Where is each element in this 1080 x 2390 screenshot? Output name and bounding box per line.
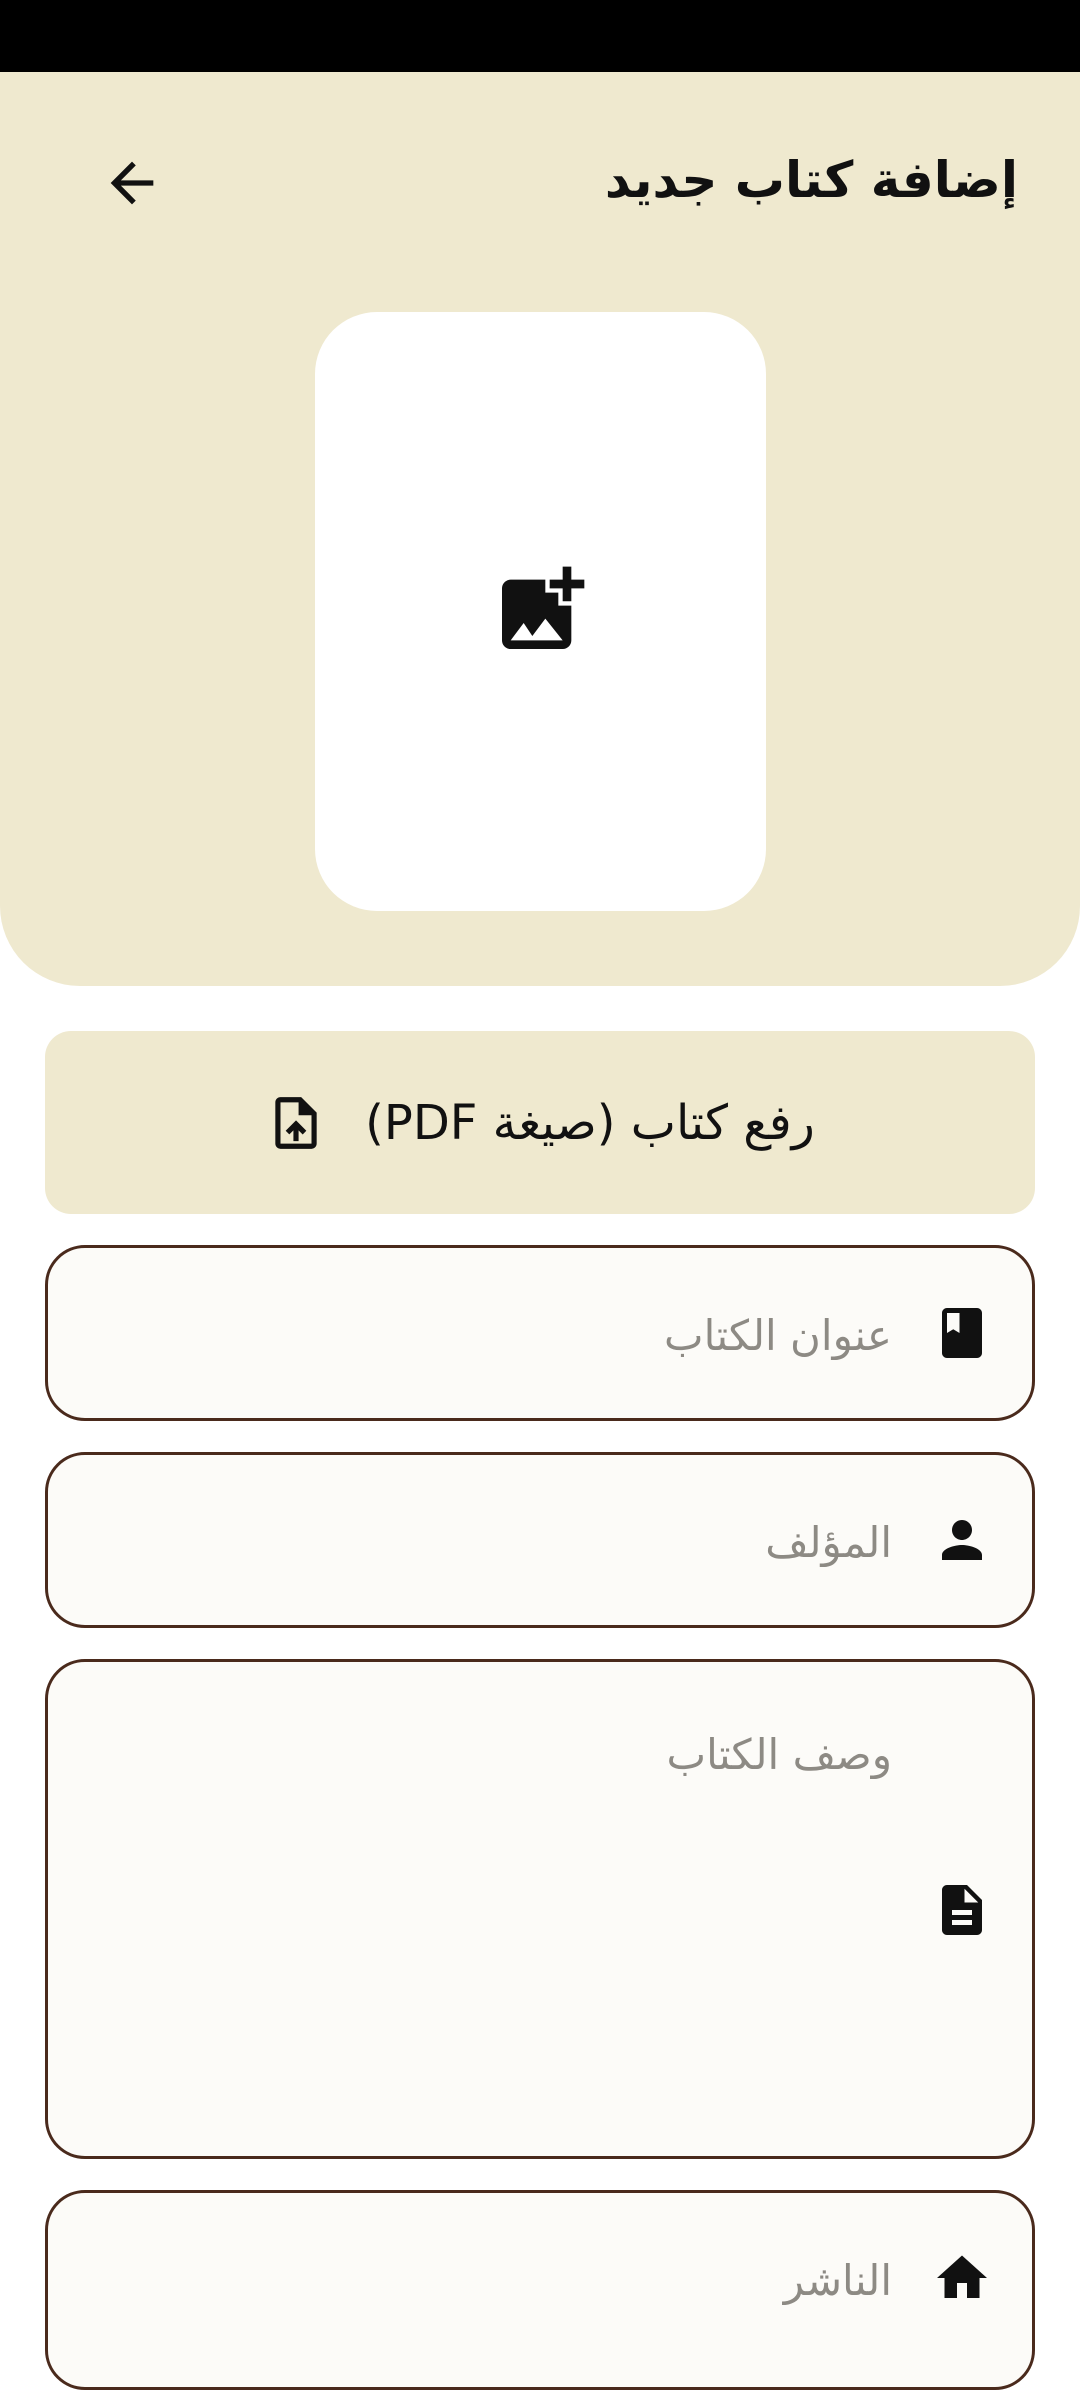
page-title: إضافة كتاب جديد [604, 151, 1018, 209]
arrow-back-icon [100, 151, 164, 219]
home-icon [932, 2248, 992, 2308]
document-icon [932, 1880, 992, 1940]
book-title-input[interactable] [88, 1303, 892, 1367]
description-input[interactable] [88, 1722, 892, 1786]
author-input[interactable] [88, 1510, 892, 1574]
publisher-input[interactable] [88, 2248, 892, 2312]
add-photo-icon [489, 558, 593, 666]
status-bar [0, 0, 1080, 72]
book-title-field[interactable] [45, 1245, 1035, 1421]
person-icon [932, 1510, 992, 1570]
author-field[interactable] [45, 1452, 1035, 1628]
cover-image-picker[interactable] [315, 312, 766, 911]
back-button[interactable] [92, 145, 172, 225]
description-field[interactable] [45, 1659, 1035, 2159]
upload-pdf-button[interactable]: رفع كتاب (صيغة PDF) [45, 1031, 1035, 1214]
file-upload-icon [265, 1092, 327, 1154]
book-icon [932, 1303, 992, 1363]
publisher-field[interactable] [45, 2190, 1035, 2390]
upload-pdf-label: رفع كتاب (صيغة PDF) [365, 1094, 815, 1151]
